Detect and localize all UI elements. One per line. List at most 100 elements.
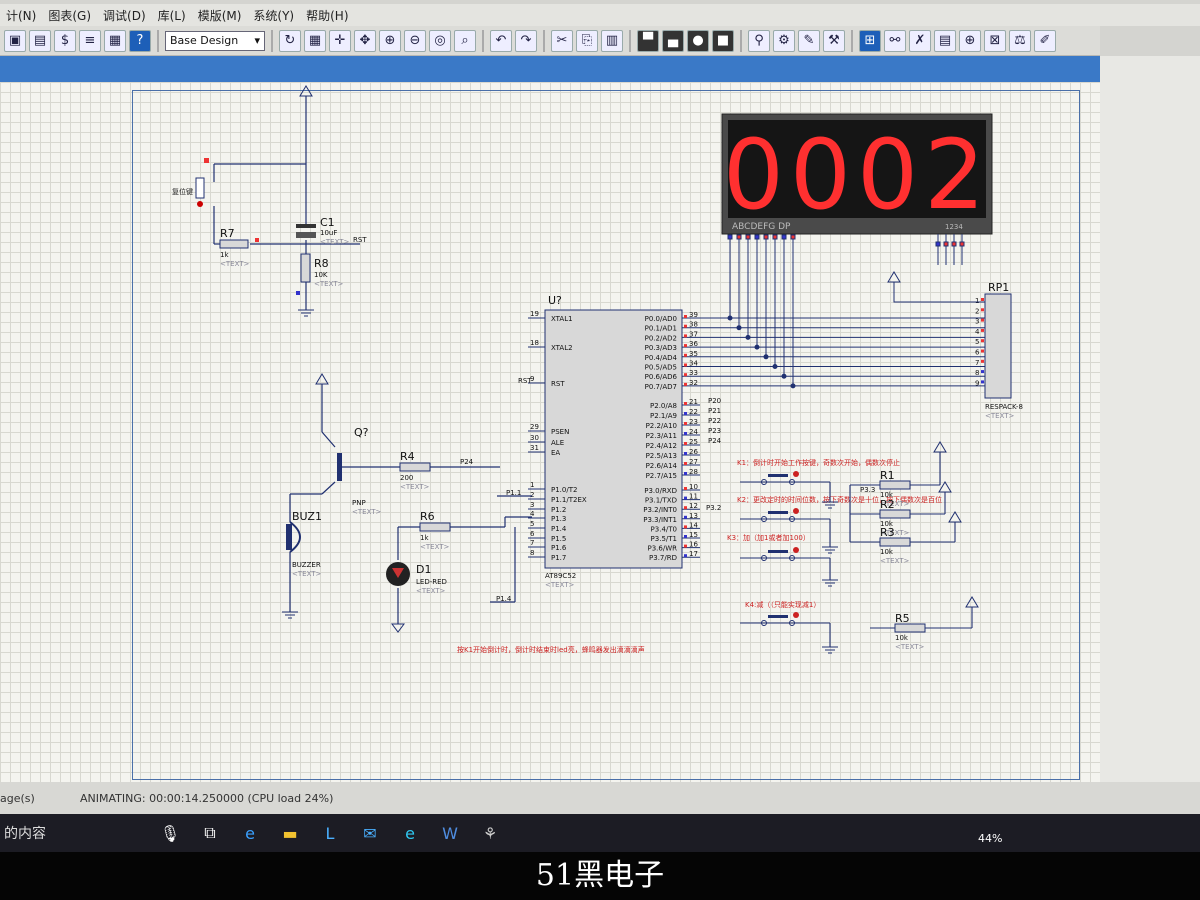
app-l-icon[interactable]: L (310, 818, 350, 848)
property-assign-icon[interactable]: ✗ (909, 29, 931, 52)
pick-device-icon[interactable]: ⚲ (748, 29, 770, 52)
mcu-pin-name: P3.2/INT0 (643, 506, 677, 514)
proteus-icon[interactable]: ⚘ (470, 818, 510, 848)
pan-icon[interactable]: ✥ (354, 29, 376, 52)
pushbutton-key[interactable] (768, 511, 788, 514)
edit-icon[interactable]: ✐ (1034, 29, 1056, 52)
menu-item-design[interactable]: 计(N) (0, 7, 42, 24)
mcu-pin-number: 29 (530, 423, 539, 431)
mcu-pin-name: P2.3/A11 (646, 432, 677, 440)
design-explorer-icon[interactable]: ▤ (934, 29, 956, 52)
pushbutton-key[interactable] (768, 550, 788, 553)
resistor-pack-rp1[interactable]: RP1 RESPACK-8 <TEXT> (984, 281, 1023, 420)
resistor-ref-label: R1 (880, 469, 895, 482)
layer-dropdown[interactable]: Base Design ▾ (165, 30, 265, 51)
led-d1[interactable]: D1 LED-RED <TEXT> (386, 562, 447, 595)
zoom-area-icon[interactable]: ⌕ (454, 29, 476, 52)
pullup-resistor[interactable] (894, 623, 926, 633)
save-icon[interactable]: ▤ (29, 29, 51, 52)
remove-sheet-icon[interactable]: ⊠ (984, 29, 1006, 52)
help-icon[interactable]: ? (129, 29, 151, 52)
menu-item-debug[interactable]: 调试(D) (97, 7, 152, 24)
mail-icon[interactable]: ✉ (350, 818, 390, 848)
zoom-all-icon[interactable]: ◎ (429, 29, 451, 52)
copy-icon[interactable]: ⎘ (576, 29, 598, 52)
mcu-pin-name: P0.1/AD1 (645, 325, 677, 333)
pullup-resistor[interactable] (879, 509, 911, 519)
pin-state-marker (754, 234, 760, 240)
edge-icon[interactable]: e (230, 818, 270, 848)
pin-state-marker (684, 344, 687, 348)
grid-icon[interactable]: ▦ (304, 29, 326, 52)
task-view-icon[interactable]: ⧉ (190, 818, 230, 848)
netlist-ares-icon[interactable]: ⚖ (1009, 29, 1031, 52)
capacitor-c1[interactable]: C1 10uF <TEXT> (296, 216, 350, 246)
pin-state-marker (684, 472, 687, 475)
rp1-label: RP1 (988, 281, 1009, 294)
browser-icon[interactable]: e (390, 818, 430, 848)
decompose-icon[interactable]: ⚒ (823, 29, 845, 52)
menu-item-system[interactable]: 系统(Y) (247, 7, 300, 24)
undo-icon[interactable]: ↶ (490, 29, 512, 52)
menu-item-library[interactable]: 库(L) (152, 7, 192, 24)
word-icon[interactable]: W (430, 818, 470, 848)
mcu-pin-name: P1.6 (551, 544, 567, 552)
menu-item-template[interactable]: 模版(M) (192, 7, 248, 24)
open-design-icon[interactable]: ▣ (4, 29, 26, 52)
menu-item-graph[interactable]: 图表(G) (42, 7, 97, 24)
netlist-icon[interactable]: ≡ (79, 29, 101, 52)
pullup-resistor[interactable] (879, 480, 911, 490)
text-tag: <TEXT> (320, 238, 350, 246)
pin-state-marker (781, 234, 787, 240)
block-rotate-icon[interactable]: ● (687, 29, 709, 52)
new-sheet-icon[interactable]: ⊕ (959, 29, 981, 52)
mcu-pin-number: 35 (689, 350, 698, 358)
make-device-icon[interactable]: ⚙ (773, 29, 795, 52)
buzzer-buz1[interactable]: BUZ1 BUZZER <TEXT> (286, 510, 322, 578)
resistor-r7[interactable]: R7 1k <TEXT> (219, 227, 259, 268)
mcu-pin-name: P2.5/A13 (646, 452, 677, 460)
file-explorer-icon[interactable]: ▬ (270, 818, 310, 848)
mcu-pin-name: P1.0/T2 (551, 486, 577, 494)
wire-autorouter-icon[interactable]: ⊞ (859, 29, 881, 52)
toolbar-separator (740, 29, 742, 52)
reset-button[interactable]: 复位键 (172, 158, 209, 207)
resistor-r4[interactable]: R4 200 <TEXT> (399, 450, 431, 491)
resistor-r6[interactable]: R6 1k <TEXT> (419, 510, 451, 551)
rst-net-label: RST (518, 377, 532, 385)
zoom-in-icon[interactable]: ⊕ (379, 29, 401, 52)
mcu-pin-number: 14 (689, 521, 698, 529)
bill-icon[interactable]: $ (54, 29, 76, 52)
pullup-resistor[interactable] (879, 537, 911, 547)
zoom-out-icon[interactable]: ⊖ (404, 29, 426, 52)
schematic-canvas[interactable]: 复位键 R7 1k <TEXT> C1 10uF <TEXT> RST R8 1… (0, 82, 1100, 782)
transistor-q[interactable] (337, 453, 342, 481)
redo-icon[interactable]: ↷ (515, 29, 537, 52)
resistor-r8[interactable]: R8 10K <TEXT> (296, 253, 344, 295)
power-terminal-arrow (938, 481, 952, 493)
origin-icon[interactable]: ✛ (329, 29, 351, 52)
seven-segment-display[interactable]: 0002 ABCDEFG DP 1234 (721, 113, 993, 235)
taskbar-search[interactable]: 的内容 (0, 823, 150, 843)
report-icon[interactable]: ▦ (104, 29, 126, 52)
packaging-icon[interactable]: ✎ (798, 29, 820, 52)
p24-net-label: P24 (460, 458, 474, 466)
mcu-pin-number: 23 (689, 418, 698, 426)
search-tag-icon[interactable]: ⚯ (884, 29, 906, 52)
paste-icon[interactable]: ▥ (601, 29, 623, 52)
mcu-pin-number: 31 (530, 444, 539, 452)
microphone-icon[interactable]: 🎙 (150, 818, 190, 848)
block-delete-icon[interactable]: ■ (712, 29, 734, 52)
mcu-pin-name: P2.1/A9 (650, 412, 677, 420)
key-circuits (760, 452, 973, 647)
pushbutton-key[interactable] (768, 615, 788, 618)
block-copy-icon[interactable]: ▀ (637, 29, 659, 52)
menu-item-help[interactable]: 帮助(H) (300, 7, 354, 24)
buzzer-part-label: BUZZER (292, 561, 321, 569)
cut-icon[interactable]: ✂ (551, 29, 573, 52)
pushbutton-key[interactable] (768, 474, 788, 477)
mcu-pin-number: 15 (689, 531, 698, 539)
block-move-icon[interactable]: ▄ (662, 29, 684, 52)
refresh-icon[interactable]: ↻ (279, 29, 301, 52)
segment-pins-label: ABCDEFG DP (732, 222, 791, 232)
